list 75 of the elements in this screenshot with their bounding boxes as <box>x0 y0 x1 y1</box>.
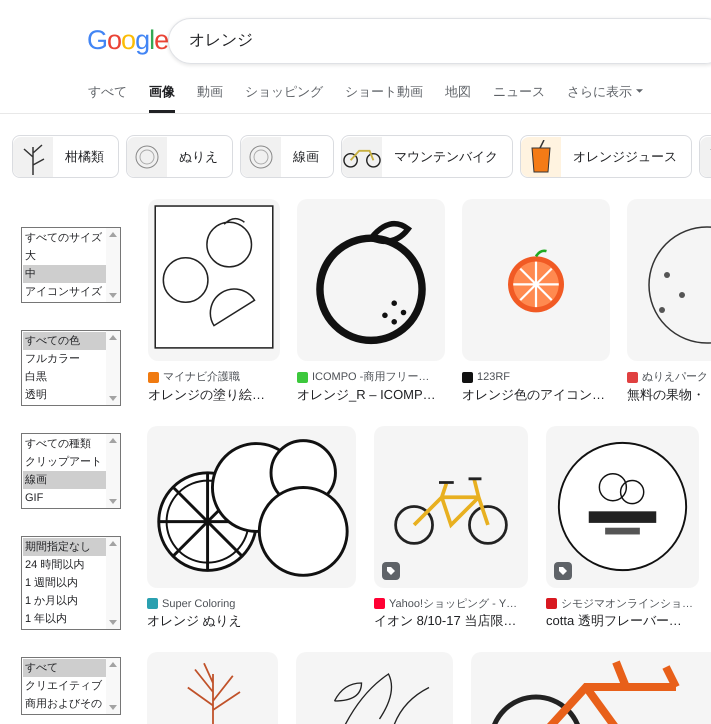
related-search-chip[interactable]: ぬりえ <box>126 135 233 178</box>
image-title[interactable]: オレンジ ぬりえ <box>147 612 356 630</box>
listbox-option[interactable]: 期間指定なし <box>23 538 106 556</box>
image-result[interactable] <box>296 652 453 724</box>
source-name[interactable]: Yahoo!ショッピング - Y… <box>389 596 518 612</box>
scroll-down-icon[interactable] <box>109 620 117 625</box>
listbox-option[interactable]: GIF <box>23 489 106 507</box>
source-name[interactable]: Super Coloring <box>162 596 236 612</box>
caret-icon <box>636 89 643 94</box>
listbox-option[interactable]: 大 <box>23 247 106 265</box>
image-title[interactable]: イオン 8/10-17 当店限… <box>374 612 528 630</box>
scrollbar[interactable] <box>106 331 120 405</box>
listbox-option[interactable]: 1 か月以内 <box>23 592 106 610</box>
listbox-option[interactable]: 線画 <box>23 471 106 489</box>
filter-listbox[interactable]: すべて クリエイティブ 商用およびその <box>21 657 121 715</box>
listbox-option[interactable]: 透明 <box>23 386 106 404</box>
listbox-option[interactable]: アイコンサイズ <box>23 283 106 301</box>
listbox-option[interactable]: 1 年以内 <box>23 610 106 628</box>
related-search-chip[interactable]: 柑橘類 <box>12 135 119 178</box>
scroll-down-icon[interactable] <box>109 499 117 504</box>
related-search-chip[interactable]: マウンテンバイク <box>341 135 513 178</box>
listbox-option[interactable]: フルカラー <box>23 350 106 368</box>
search-tab[interactable]: 動画 <box>197 82 223 113</box>
image-title[interactable]: オレンジの塗り絵… <box>148 386 280 404</box>
listbox-option[interactable]: すべての色 <box>23 332 106 350</box>
listbox-option[interactable]: 白黒 <box>23 368 106 386</box>
source-name[interactable]: ICOMPO -商用フリー… <box>312 369 430 386</box>
image-result[interactable] <box>297 199 445 361</box>
filter-listbox[interactable]: すべてのサイズ 大 中 アイコンサイズ <box>21 227 121 303</box>
listbox-option[interactable]: 1 週間以内 <box>23 574 106 592</box>
image-title[interactable]: オレンジ_R – ICOMP… <box>297 386 445 404</box>
listbox-option[interactable]: すべての種類 <box>23 435 106 453</box>
search-tab[interactable]: ショッピング <box>245 82 323 113</box>
google-logo[interactable]: Google <box>87 27 168 54</box>
scrollbar[interactable] <box>106 658 120 714</box>
listbox-option[interactable]: すべて <box>23 659 106 677</box>
filter-listbox[interactable]: すべての色 フルカラー 白黒 透明 <box>21 330 121 406</box>
search-tab[interactable]: ショート動画 <box>345 82 423 113</box>
source-name[interactable]: 123RF <box>477 369 510 386</box>
source-name[interactable]: ぬりえパーク <box>642 369 708 386</box>
image-result[interactable] <box>546 426 699 588</box>
listbox-option[interactable]: 商用およびその <box>23 695 106 713</box>
scroll-down-icon[interactable] <box>109 705 117 710</box>
search-tab[interactable]: ニュース <box>493 82 545 113</box>
listbox-option[interactable]: クリップアート <box>23 453 106 471</box>
image-result[interactable] <box>374 426 528 588</box>
listbox-option[interactable]: すべてのサイズ <box>23 229 106 247</box>
related-search-chip[interactable]: 線画 <box>240 135 334 178</box>
filter-listbox[interactable]: 期間指定なし 24 時間以内 1 週間以内 1 か月以内 1 年以内 <box>21 536 121 630</box>
scroll-down-icon[interactable] <box>109 396 117 401</box>
source-name[interactable]: シモジマオンラインショ… <box>561 596 693 612</box>
scroll-up-icon[interactable] <box>109 662 117 667</box>
image-title[interactable]: 無料の果物・ <box>627 386 711 404</box>
scroll-up-icon[interactable] <box>109 232 117 237</box>
image-title[interactable]: オレンジ色のアイコン… <box>462 386 610 404</box>
source-name[interactable]: マイナビ介護職 <box>163 369 240 386</box>
scroll-up-icon[interactable] <box>109 541 117 546</box>
scroll-up-icon[interactable] <box>109 438 117 443</box>
filter-listbox[interactable]: すべての種類 クリップアート 線画 GIF <box>21 433 121 509</box>
related-search-chip[interactable]: オレンジジュース <box>520 135 692 178</box>
listbox-option[interactable]: クリエイティブ <box>23 677 106 695</box>
search-field[interactable]: オレンジ <box>168 18 711 64</box>
image-result[interactable] <box>627 199 711 361</box>
image-title[interactable]: cotta 透明フレーバー… <box>546 612 699 630</box>
scrollbar[interactable] <box>106 228 120 302</box>
search-tab[interactable]: さらに表示 <box>567 82 643 113</box>
scroll-up-icon[interactable] <box>109 335 117 340</box>
search-tab[interactable]: 画像 <box>149 82 175 113</box>
scroll-down-icon[interactable] <box>109 293 117 298</box>
scrollbar[interactable] <box>106 434 120 508</box>
search-tab[interactable]: すべて <box>88 82 127 113</box>
listbox-option[interactable]: 24 時間以内 <box>23 556 106 574</box>
scrollbar[interactable] <box>106 537 120 629</box>
search-tab[interactable]: 地図 <box>445 82 471 113</box>
listbox-option[interactable]: 中 <box>23 265 106 283</box>
